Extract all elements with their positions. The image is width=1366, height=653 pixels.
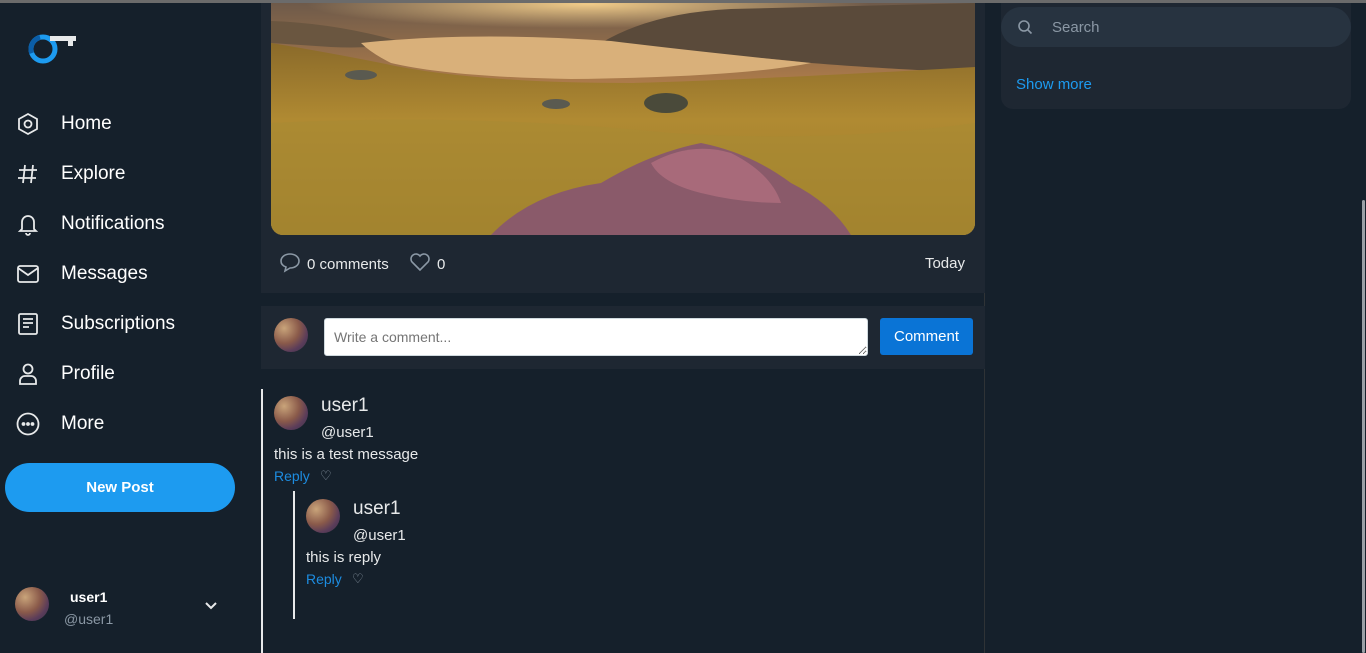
sidebar-item-more[interactable]: More (16, 404, 104, 444)
avatar (274, 396, 308, 430)
right-panel: Search Show more (1001, 3, 1351, 109)
main-column: 0 comments 0 Today Comment user1 @user1 … (261, 3, 985, 653)
sidebar-item-label: Subscriptions (61, 313, 176, 334)
likes-count: 0 (437, 255, 446, 273)
like-action[interactable]: 0 (409, 251, 445, 277)
heart-icon[interactable]: ♡ (320, 468, 332, 484)
list-icon (16, 312, 40, 336)
sidebar-item-profile[interactable]: Profile (16, 354, 115, 394)
avatar (15, 587, 49, 621)
sidebar-item-home[interactable]: Home (16, 104, 112, 144)
show-more-link[interactable]: Show more (1016, 76, 1092, 93)
sidebar-item-label: Notifications (61, 213, 165, 234)
reply-link[interactable]: Reply (306, 571, 342, 587)
comment-author-name: user1 (321, 395, 369, 416)
home-icon (16, 112, 40, 136)
sidebar-item-explore[interactable]: Explore (16, 154, 125, 194)
nested-replies: user1 @user1 this is reply Reply ♡ (293, 491, 693, 619)
comments-action[interactable]: 0 comments (279, 251, 389, 277)
sidebar-item-label: Home (61, 113, 112, 134)
sidebar-item-label: More (61, 413, 105, 434)
search-placeholder: Search (1052, 19, 1100, 36)
comment-composer: Comment (261, 306, 985, 369)
sidebar-item-label: Explore (61, 163, 126, 184)
comment-text: this is reply (306, 549, 382, 566)
post-date: Today (924, 255, 965, 272)
new-post-button[interactable]: New Post (5, 463, 235, 512)
account-handle: @user1 (64, 611, 114, 627)
sidebar-item-label: Profile (61, 363, 115, 384)
comment-text: this is a test message (274, 446, 419, 463)
chevron-down-icon (204, 599, 218, 618)
comment-icon (279, 251, 301, 277)
mail-icon (16, 262, 40, 286)
comment-author-name: user1 (353, 498, 401, 519)
comment-button[interactable]: Comment (880, 318, 973, 355)
app-logo[interactable] (28, 31, 78, 67)
account-switcher[interactable]: user1 @user1 (14, 583, 234, 633)
sidebar: Home Explore Notifications Messages Subs… (0, 3, 260, 653)
comment: user1 @user1 this is a test message Repl… (274, 395, 674, 492)
bell-icon (16, 212, 40, 236)
reply-link[interactable]: Reply (274, 468, 310, 484)
comment-author-handle: @user1 (353, 527, 406, 544)
post-card: 0 comments 0 Today (261, 3, 985, 293)
comment-input[interactable] (324, 318, 868, 356)
post-actions: 0 comments 0 Today (279, 251, 969, 277)
comment-author-handle: @user1 (321, 424, 374, 441)
account-name: user1 (70, 589, 108, 605)
scrollbar[interactable] (1362, 200, 1365, 653)
heart-icon[interactable]: ♡ (352, 571, 364, 587)
sidebar-item-messages[interactable]: Messages (16, 254, 148, 294)
comments-count: 0 comments (307, 255, 389, 273)
sidebar-item-notifications[interactable]: Notifications (16, 204, 165, 244)
avatar (274, 318, 308, 352)
avatar (306, 499, 340, 533)
comment-thread: user1 @user1 this is a test message Repl… (261, 389, 985, 653)
sidebar-item-label: Messages (61, 263, 148, 284)
sidebar-item-subscriptions[interactable]: Subscriptions (16, 304, 175, 344)
more-icon (16, 412, 40, 436)
comment: user1 @user1 this is reply Reply ♡ (306, 498, 666, 595)
post-image[interactable] (271, 3, 975, 235)
hash-icon (16, 162, 40, 186)
heart-icon (409, 251, 431, 277)
search-icon (1017, 19, 1033, 40)
user-icon (16, 362, 40, 386)
search-input[interactable]: Search (1001, 7, 1351, 47)
